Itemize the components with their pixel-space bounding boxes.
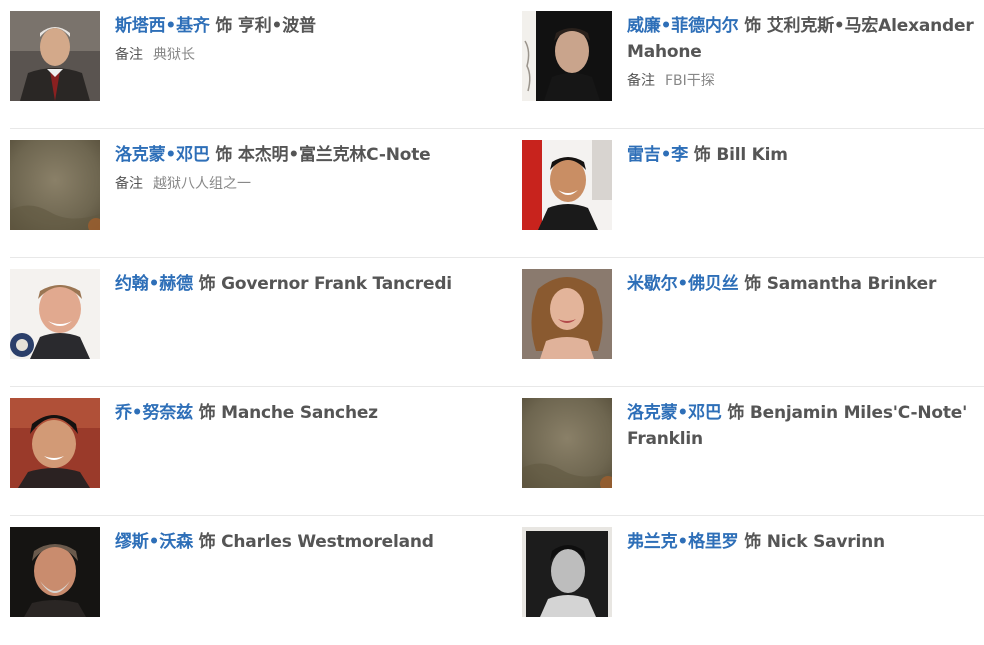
cast-item: 米歇尔•佛贝丝 饰 Samantha Brinker (522, 269, 984, 359)
actor-name-link[interactable]: 弗兰克•格里罗 (627, 532, 739, 552)
actor-name-link[interactable]: 斯塔西•基齐 (115, 16, 210, 36)
cast-title: 斯塔西•基齐 饰 亨利•波普 (115, 13, 490, 39)
as-label: 饰 (198, 532, 216, 552)
cast-info: 约翰•赫德 饰 Governor Frank Tancredi (115, 271, 490, 297)
as-label: 饰 (215, 16, 233, 36)
cast-row: 乔•努奈兹 饰 Manche Sanchez 洛克蒙•邓巴 饰 Benjamin… (0, 387, 984, 516)
cast-row: 约翰•赫德 饰 Governor Frank Tancredi 米歇尔•佛贝丝 … (0, 258, 984, 387)
cast-row: 洛克蒙•邓巴 饰 本杰明•富兰克林C-Note 备注 越狱八人组之一 雷吉•李 饰… (0, 129, 984, 258)
actor-photo[interactable] (10, 11, 100, 101)
cast-item: 斯塔西•基齐 饰 亨利•波普 备注 典狱长 (10, 11, 490, 101)
note: 备注 越狱八人组之一 (115, 174, 490, 194)
as-label: 饰 (693, 145, 711, 165)
actor-name-link[interactable]: 米歇尔•佛贝丝 (627, 274, 739, 294)
cast-item: 洛克蒙•邓巴 饰 本杰明•富兰克林C-Note 备注 越狱八人组之一 (10, 140, 490, 230)
actor-photo[interactable] (522, 527, 612, 617)
note-value: FBI干探 (665, 73, 715, 89)
as-label: 饰 (215, 145, 233, 165)
cast-title: 乔•努奈兹 饰 Manche Sanchez (115, 400, 490, 426)
cast-title: 雷吉•李 饰 Bill Kim (627, 142, 984, 168)
role-name: Samantha Brinker (766, 274, 937, 294)
actor-name-link[interactable]: 洛克蒙•邓巴 (115, 145, 210, 165)
cast-info: 缪斯•沃森 饰 Charles Westmoreland (115, 529, 490, 555)
actor-name-link[interactable]: 约翰•赫德 (115, 274, 193, 294)
actor-photo[interactable] (522, 11, 612, 101)
cast-list: 斯塔西•基齐 饰 亨利•波普 备注 典狱长 威廉•菲德内尔 饰 艾利克斯•马宏Al… (0, 0, 984, 627)
actor-photo[interactable] (522, 269, 612, 359)
as-label: 饰 (744, 16, 761, 36)
cast-title: 缪斯•沃森 饰 Charles Westmoreland (115, 529, 490, 555)
note: 备注 FBI干探 (627, 71, 984, 91)
cast-info: 威廉•菲德内尔 饰 艾利克斯•马宏Alexander Mahone 备注 FBI干… (627, 13, 984, 91)
note-value: 越狱八人组之一 (153, 176, 251, 192)
cast-item: 乔•努奈兹 饰 Manche Sanchez (10, 398, 490, 488)
as-label: 饰 (744, 274, 761, 294)
as-label: 饰 (744, 532, 761, 552)
cast-info: 雷吉•李 饰 Bill Kim (627, 142, 984, 168)
as-label: 饰 (198, 403, 216, 423)
cast-title: 约翰•赫德 饰 Governor Frank Tancredi (115, 271, 490, 297)
actor-photo[interactable] (522, 140, 612, 230)
note-label: 备注 (627, 73, 655, 89)
cast-info: 乔•努奈兹 饰 Manche Sanchez (115, 400, 490, 426)
cast-info: 洛克蒙•邓巴 饰 本杰明•富兰克林C-Note 备注 越狱八人组之一 (115, 142, 490, 194)
cast-title: 洛克蒙•邓巴 饰 Benjamin Miles'C-Note' Franklin (627, 400, 984, 452)
actor-photo[interactable] (10, 269, 100, 359)
cast-item: 缪斯•沃森 饰 Charles Westmoreland (10, 527, 490, 617)
cast-item: 威廉•菲德内尔 饰 艾利克斯•马宏Alexander Mahone 备注 FBI干… (522, 11, 984, 101)
actor-name-link[interactable]: 雷吉•李 (627, 145, 688, 165)
cast-item: 弗兰克•格里罗 饰 Nick Savrinn (522, 527, 984, 617)
cast-info: 弗兰克•格里罗 饰 Nick Savrinn (627, 529, 984, 555)
actor-photo[interactable] (10, 527, 100, 617)
role-name: Manche Sanchez (221, 403, 378, 423)
cast-row: 斯塔西•基齐 饰 亨利•波普 备注 典狱长 威廉•菲德内尔 饰 艾利克斯•马宏Al… (0, 0, 984, 129)
cast-title: 威廉•菲德内尔 饰 艾利克斯•马宏Alexander Mahone (627, 13, 984, 65)
role-name: Governor Frank Tancredi (221, 274, 452, 294)
actor-name-link[interactable]: 乔•努奈兹 (115, 403, 193, 423)
actor-photo[interactable] (10, 398, 100, 488)
cast-info: 斯塔西•基齐 饰 亨利•波普 备注 典狱长 (115, 13, 490, 65)
cast-title: 米歇尔•佛贝丝 饰 Samantha Brinker (627, 271, 984, 297)
as-label: 饰 (727, 403, 745, 423)
note-label: 备注 (115, 176, 143, 192)
actor-photo[interactable] (522, 398, 612, 488)
role-name: Nick Savrinn (766, 532, 885, 552)
role-name: Bill Kim (716, 145, 788, 165)
cast-item: 约翰•赫德 饰 Governor Frank Tancredi (10, 269, 490, 359)
note: 备注 典狱长 (115, 45, 490, 65)
cast-info: 洛克蒙•邓巴 饰 Benjamin Miles'C-Note' Franklin (627, 400, 984, 452)
role-name: 亨利•波普 (237, 16, 316, 36)
actor-name-link[interactable]: 缪斯•沃森 (115, 532, 193, 552)
actor-name-link[interactable]: 威廉•菲德内尔 (627, 16, 739, 36)
role-name: Charles Westmoreland (221, 532, 434, 552)
actor-name-link[interactable]: 洛克蒙•邓巴 (627, 403, 722, 423)
role-name: 本杰明•富兰克林C-Note (237, 145, 431, 165)
cast-item: 雷吉•李 饰 Bill Kim (522, 140, 984, 230)
cast-row: 缪斯•沃森 饰 Charles Westmoreland 弗兰克•格里罗 饰 N… (0, 516, 984, 645)
cast-info: 米歇尔•佛贝丝 饰 Samantha Brinker (627, 271, 984, 297)
actor-photo[interactable] (10, 140, 100, 230)
cast-title: 弗兰克•格里罗 饰 Nick Savrinn (627, 529, 984, 555)
cast-title: 洛克蒙•邓巴 饰 本杰明•富兰克林C-Note (115, 142, 490, 168)
cast-item: 洛克蒙•邓巴 饰 Benjamin Miles'C-Note' Franklin (522, 398, 984, 488)
note-label: 备注 (115, 47, 143, 63)
note-value: 典狱长 (153, 47, 195, 63)
as-label: 饰 (198, 274, 216, 294)
